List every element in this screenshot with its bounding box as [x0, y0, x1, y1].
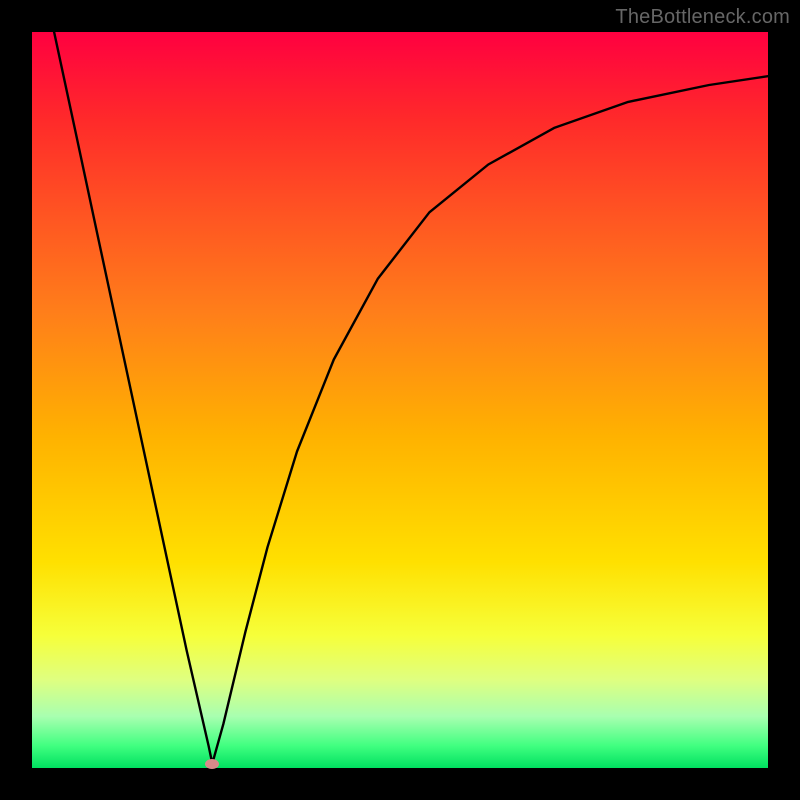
attribution-text: TheBottleneck.com — [615, 6, 790, 29]
bottleneck-curve — [54, 32, 768, 764]
minimum-marker — [205, 759, 219, 769]
chart-frame: TheBottleneck.com — [0, 0, 800, 800]
curve-svg — [32, 32, 768, 768]
plot-area — [32, 32, 768, 768]
